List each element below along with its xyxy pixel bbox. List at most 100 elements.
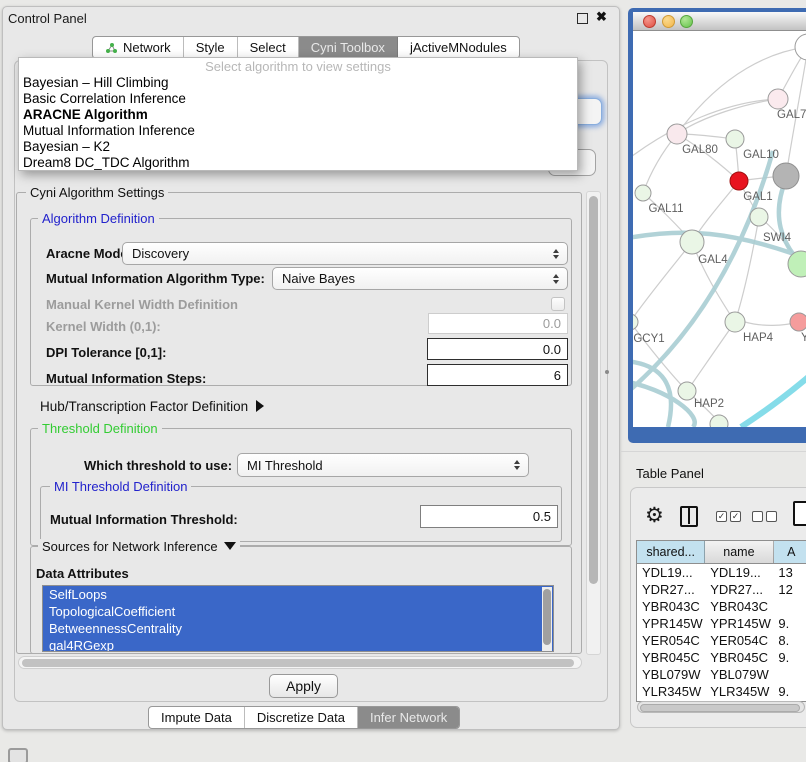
split-pane-handle[interactable]: [605, 370, 609, 374]
network-node-label: GAL80: [682, 144, 718, 156]
tab-cyni-toolbox[interactable]: Cyni Toolbox: [299, 37, 398, 58]
network-node-gal7[interactable]: [768, 89, 788, 109]
table-row[interactable]: YDR27...YDR27...12: [637, 581, 806, 598]
hub-definition-label: Hub/Transcription Factor Definition: [40, 399, 248, 414]
deselect-all-checkboxes-icon[interactable]: [752, 511, 777, 522]
kernel-width-field[interactable]: 0.0: [428, 313, 568, 334]
network-node-gal4[interactable]: [680, 230, 704, 254]
table-cell: YER054C: [705, 632, 773, 649]
table-cell: [773, 598, 806, 615]
tab-network[interactable]: Network: [93, 37, 184, 58]
attribute-item-betweennesscentrality[interactable]: BetweennessCentrality: [43, 620, 553, 637]
table-row[interactable]: YLR345WYLR345W9.: [637, 683, 806, 700]
network-node-gcy1[interactable]: [633, 314, 638, 330]
dpi-tolerance-field[interactable]: 0.0: [427, 338, 568, 360]
gear-icon[interactable]: ⚙: [645, 503, 664, 529]
dropdown-item-list: Bayesian – Hill ClimbingBasic Correlatio…: [19, 75, 577, 171]
network-canvas[interactable]: GAL7GAL80GAL10GAL1GAL11SWI4GAL4GCY1HAP4Y…: [633, 31, 806, 427]
tab-label: Style: [196, 37, 225, 58]
network-icon: [105, 42, 118, 54]
which-threshold-value: MI Threshold: [247, 458, 323, 473]
minimize-traffic-light-icon[interactable]: [662, 15, 675, 28]
mi-type-select[interactable]: Naive Bayes: [272, 267, 568, 290]
list-scrollbar[interactable]: [542, 587, 552, 651]
network-node-swi4[interactable]: [750, 208, 768, 226]
algorithm-option-dream8-dc-tdc-algorithm[interactable]: Dream8 DC_TDC Algorithm: [19, 155, 577, 171]
table-cell: YLR345W: [705, 683, 773, 700]
network-node-hap4[interactable]: [725, 312, 745, 332]
algorithm-option-aracne-algorithm[interactable]: ARACNE Algorithm: [19, 107, 577, 123]
table-cell: YBR045C: [705, 649, 773, 666]
table-cell: YDL19...: [637, 564, 705, 581]
hub-definition-toggle[interactable]: Hub/Transcription Factor Definition: [40, 399, 264, 414]
select-all-checkboxes-icon[interactable]: ✓✓: [716, 511, 741, 522]
network-node-gal10[interactable]: [726, 130, 744, 148]
which-threshold-label: Which threshold to use:: [84, 458, 232, 473]
network-node[interactable]: [795, 34, 806, 60]
table-row[interactable]: YBL079WYBL079W: [637, 666, 806, 683]
network-node-label: GAL7: [777, 109, 806, 121]
manual-kernel-checkbox[interactable]: [551, 297, 565, 311]
tab-impute-data[interactable]: Impute Data: [149, 707, 245, 728]
table-panel-title: Table Panel: [636, 466, 704, 481]
mi-steps-field[interactable]: 6: [427, 364, 568, 386]
table-cell: 8.: [773, 632, 806, 649]
table-horizontal-scrollbar[interactable]: [637, 701, 805, 713]
table-row[interactable]: YPR145WYPR145W9.: [637, 615, 806, 632]
tab-label: Infer Network: [370, 707, 447, 728]
table-body: YDL19...YDL19...13YDR27...YDR27...12YBR0…: [637, 564, 806, 701]
table-cell: YBL079W: [705, 666, 773, 683]
column-header-a[interactable]: A: [774, 541, 806, 563]
table-cell: 12: [773, 581, 806, 598]
algorithm-option-mutual-information-inference[interactable]: Mutual Information Inference: [19, 123, 577, 139]
network-node-gal80[interactable]: [667, 124, 687, 144]
table-row[interactable]: YER054CYER054C8.: [637, 632, 806, 649]
close-traffic-light-icon[interactable]: [643, 15, 656, 28]
algorithm-option-basic-correlation-inference[interactable]: Basic Correlation Inference: [19, 91, 577, 107]
collapsed-panel-button[interactable]: [8, 748, 28, 762]
zoom-traffic-light-icon[interactable]: [680, 15, 693, 28]
tab-jactivemnodules[interactable]: jActiveMNodules: [398, 37, 519, 58]
table-row[interactable]: YBR043CYBR043C: [637, 598, 806, 615]
network-node[interactable]: [710, 415, 728, 427]
attribute-item-gal4rgexp[interactable]: gal4RGexp: [43, 637, 553, 652]
network-window-titlebar[interactable]: [633, 12, 806, 31]
columns-icon[interactable]: [680, 506, 698, 527]
stepper-arrows-icon: [553, 249, 559, 259]
float-window-icon[interactable]: [577, 13, 588, 24]
tab-style[interactable]: Style: [184, 37, 238, 58]
network-node-y[interactable]: [790, 313, 806, 331]
table-row[interactable]: YDL19...YDL19...13: [637, 564, 806, 581]
table-cell: YBR045C: [637, 649, 705, 666]
network-node-gal1[interactable]: [730, 172, 748, 190]
which-threshold-select[interactable]: MI Threshold: [237, 453, 529, 477]
sources-toggle[interactable]: Sources for Network Inference: [38, 539, 240, 554]
settings-vertical-scrollbar[interactable]: [586, 191, 601, 655]
attribute-item-selfloops[interactable]: SelfLoops: [43, 586, 553, 603]
table-cell: 9.: [773, 615, 806, 632]
settings-horizontal-scrollbar[interactable]: [18, 656, 582, 669]
data-attributes-list[interactable]: SelfLoopsTopologicalCoefficientBetweenne…: [42, 585, 554, 652]
close-icon[interactable]: ✖: [596, 9, 607, 25]
new-table-icon[interactable]: [793, 501, 806, 526]
table-row[interactable]: YBR045CYBR045C9.: [637, 649, 806, 666]
tab-discretize-data[interactable]: Discretize Data: [245, 707, 358, 728]
panel-title: Control Panel: [8, 11, 87, 26]
table-cell: YBL079W: [637, 666, 705, 683]
aracne-mode-select[interactable]: Discovery: [122, 242, 568, 265]
mi-threshold-field[interactable]: 0.5: [420, 505, 558, 528]
settings-group-title: Cyni Algorithm Settings: [26, 185, 168, 200]
network-node-gal11[interactable]: [635, 185, 651, 201]
column-header-shared[interactable]: shared...: [637, 541, 705, 563]
apply-button[interactable]: Apply: [269, 674, 338, 698]
tab-label: Cyni Toolbox: [311, 37, 385, 58]
algorithm-option-bayesian-k2[interactable]: Bayesian – K2: [19, 139, 577, 155]
attribute-item-topologicalcoefficient[interactable]: TopologicalCoefficient: [43, 603, 553, 620]
tab-select[interactable]: Select: [238, 37, 299, 58]
network-node-label: GAL10: [743, 149, 779, 161]
network-node[interactable]: [773, 163, 799, 189]
column-header-name[interactable]: name: [705, 541, 773, 563]
table-cell: 9.: [773, 649, 806, 666]
algorithm-option-bayesian-hill-climbing[interactable]: Bayesian – Hill Climbing: [19, 75, 577, 91]
tab-infer-network[interactable]: Infer Network: [358, 707, 459, 728]
